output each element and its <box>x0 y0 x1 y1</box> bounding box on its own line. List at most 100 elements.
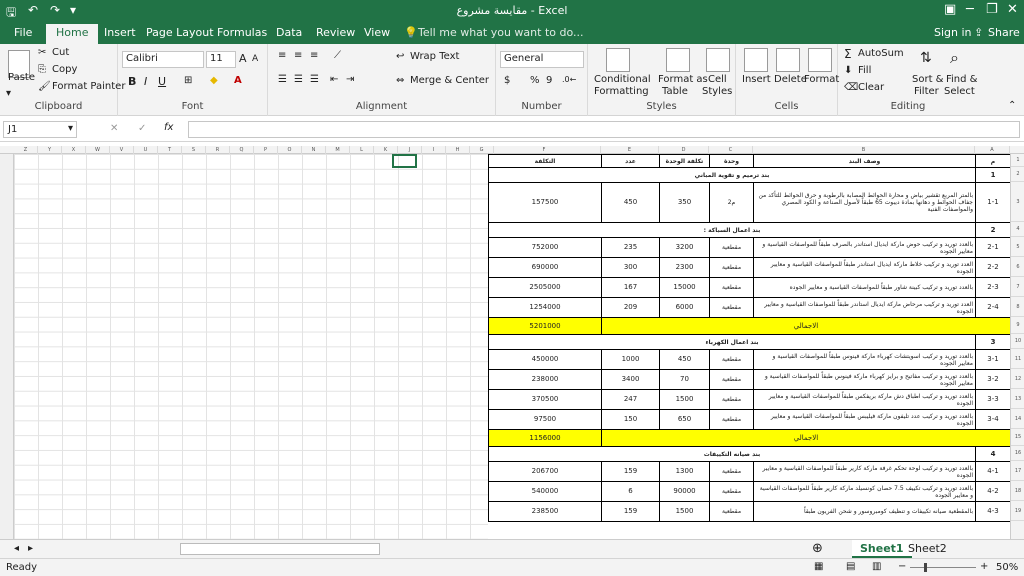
clear-icon[interactable]: ⌫ <box>844 82 858 93</box>
number-format-select[interactable]: General <box>500 51 584 68</box>
underline-button[interactable]: U <box>158 75 166 88</box>
column-header[interactable]: E <box>601 146 659 154</box>
unit-cost-cell[interactable]: 350 <box>659 182 710 223</box>
tell-me-input[interactable]: Tell me what you want to do... <box>418 26 584 39</box>
font-color-icon[interactable]: A <box>234 75 242 86</box>
count-cell[interactable]: 159 <box>601 501 660 522</box>
row-header[interactable]: 19 <box>1011 501 1024 521</box>
item-number-cell[interactable]: 3-4 <box>975 409 1011 430</box>
new-sheet-icon[interactable]: ⊕ <box>812 541 823 556</box>
description-cell[interactable]: العدد توريد و تركيب خلاط ماركة ايديال اس… <box>753 257 976 278</box>
autosum-icon[interactable]: Σ <box>844 47 852 61</box>
horizontal-scrollbar[interactable] <box>180 543 380 555</box>
row-header[interactable]: 10 <box>1011 334 1024 349</box>
column-header[interactable]: J <box>398 146 422 154</box>
description-cell[interactable]: بالعدد توريد و تركيب اسويتشات كهرباء مار… <box>753 349 976 370</box>
row-header[interactable]: 12 <box>1011 369 1024 389</box>
paste-button[interactable]: Paste <box>8 72 35 83</box>
column-header[interactable]: Z <box>14 146 38 154</box>
description-cell[interactable]: بالعدد توريد و تركيب كبينة شاور طبقاً لل… <box>753 277 976 298</box>
cost-cell[interactable]: 1254000 <box>488 297 602 318</box>
cut-icon[interactable]: ✂ <box>38 47 46 58</box>
percent-button[interactable]: % <box>530 75 540 86</box>
comma-button[interactable]: 9 <box>546 75 552 86</box>
find-select-label-2[interactable]: Select <box>944 86 975 97</box>
conditional-formatting-label-2[interactable]: Formatting <box>594 86 649 97</box>
description-cell[interactable]: بالعدد توريد و تركيب تكييف 7.5 حصان كونس… <box>753 481 976 502</box>
sign-in-link[interactable]: Sign in <box>934 26 972 39</box>
unit-cell[interactable]: مقطعية <box>709 277 754 298</box>
cost-cell[interactable]: 690000 <box>488 257 602 278</box>
count-cell[interactable]: 1000 <box>601 349 660 370</box>
bold-button[interactable]: B <box>128 75 136 88</box>
column-header[interactable]: C <box>709 146 753 154</box>
paste-dropdown-icon[interactable]: ▾ <box>6 88 11 99</box>
increase-decimal-icon[interactable]: .0← <box>562 75 576 84</box>
column-header[interactable]: K <box>374 146 398 154</box>
description-cell[interactable]: بالعدد توريد و تركيب حوض ماركة ايديال اس… <box>753 237 976 258</box>
bottom-align-icon[interactable]: ≡ <box>310 50 318 61</box>
increase-font-icon[interactable]: A <box>239 52 247 65</box>
item-number-cell[interactable]: 4-2 <box>975 481 1011 502</box>
cost-cell[interactable]: 370500 <box>488 389 602 410</box>
cost-cell[interactable]: 238500 <box>488 501 602 522</box>
total-label[interactable]: الاجمالي <box>601 429 1011 447</box>
tab-home[interactable]: Home <box>46 24 99 44</box>
section-title[interactable]: بند اعمال السباكة : <box>488 222 976 238</box>
currency-button[interactable]: $ <box>504 75 510 86</box>
column-header[interactable]: R <box>206 146 230 154</box>
item-number-cell[interactable]: 2-4 <box>975 297 1011 318</box>
restore-icon[interactable]: ❐ <box>986 2 998 17</box>
unit-cell[interactable]: مقطعية <box>709 481 754 502</box>
description-cell[interactable]: بالمتر المربع تقشير بياض و محارة الحوائط… <box>753 182 976 223</box>
header-unit[interactable]: وحدة <box>709 154 754 168</box>
row-header[interactable]: 2 <box>1011 167 1024 182</box>
description-cell[interactable]: بالعدد توريد و تركيب مفاتيح و برايز كهرب… <box>753 369 976 390</box>
column-header[interactable]: U <box>134 146 158 154</box>
conditional-formatting-label[interactable]: Conditional <box>594 74 651 85</box>
align-center-icon[interactable]: ☰ <box>294 74 303 85</box>
format-as-table-label-2[interactable]: Table <box>662 86 688 97</box>
italic-button[interactable]: I <box>144 75 147 88</box>
tab-formulas[interactable]: Formulas <box>217 26 267 39</box>
formula-input[interactable] <box>188 121 1020 138</box>
unit-cost-cell[interactable]: 90000 <box>659 481 710 502</box>
scroll-right-icon[interactable]: ▸ <box>28 543 33 554</box>
row-header[interactable]: 5 <box>1011 237 1024 257</box>
row-header[interactable]: 16 <box>1011 446 1024 461</box>
tab-view[interactable]: View <box>364 26 390 39</box>
column-header[interactable]: O <box>278 146 302 154</box>
column-header[interactable]: P <box>254 146 278 154</box>
unit-cell[interactable]: مقطعية <box>709 237 754 258</box>
row-header[interactable]: 17 <box>1011 461 1024 481</box>
borders-icon[interactable]: ⊞ <box>184 75 192 86</box>
count-cell[interactable]: 450 <box>601 182 660 223</box>
unit-cost-cell[interactable]: 450 <box>659 349 710 370</box>
top-align-icon[interactable]: ≡ <box>278 50 286 61</box>
format-cells-button[interactable]: Format <box>804 74 839 85</box>
count-cell[interactable]: 3400 <box>601 369 660 390</box>
column-header[interactable]: S <box>182 146 206 154</box>
column-header[interactable]: Y <box>38 146 62 154</box>
count-cell[interactable]: 247 <box>601 389 660 410</box>
item-number-cell[interactable]: 1-1 <box>975 182 1011 223</box>
format-cells-icon[interactable] <box>808 48 832 72</box>
count-cell[interactable]: 159 <box>601 461 660 482</box>
empty-grid[interactable] <box>14 154 488 539</box>
sort-filter-label[interactable]: Sort & <box>912 74 943 85</box>
orientation-icon[interactable]: ⟋ <box>334 50 341 61</box>
cost-cell[interactable]: 238000 <box>488 369 602 390</box>
autosum-button[interactable]: AutoSum <box>858 48 904 59</box>
scroll-left-icon[interactable]: ◂ <box>14 543 19 554</box>
insert-cells-icon[interactable] <box>744 48 768 72</box>
unit-cost-cell[interactable]: 70 <box>659 369 710 390</box>
column-header[interactable]: T <box>158 146 182 154</box>
tab-page-layout[interactable]: Page Layout <box>146 26 214 39</box>
cost-cell[interactable]: 157500 <box>488 182 602 223</box>
format-as-table-label[interactable]: Format as <box>658 74 708 85</box>
enter-icon[interactable]: ✓ <box>138 123 146 134</box>
unit-cell[interactable]: مقطعية <box>709 297 754 318</box>
unit-cost-cell[interactable]: 6000 <box>659 297 710 318</box>
unit-cost-cell[interactable]: 1500 <box>659 501 710 522</box>
increase-indent-icon[interactable]: ⇥ <box>346 74 354 85</box>
